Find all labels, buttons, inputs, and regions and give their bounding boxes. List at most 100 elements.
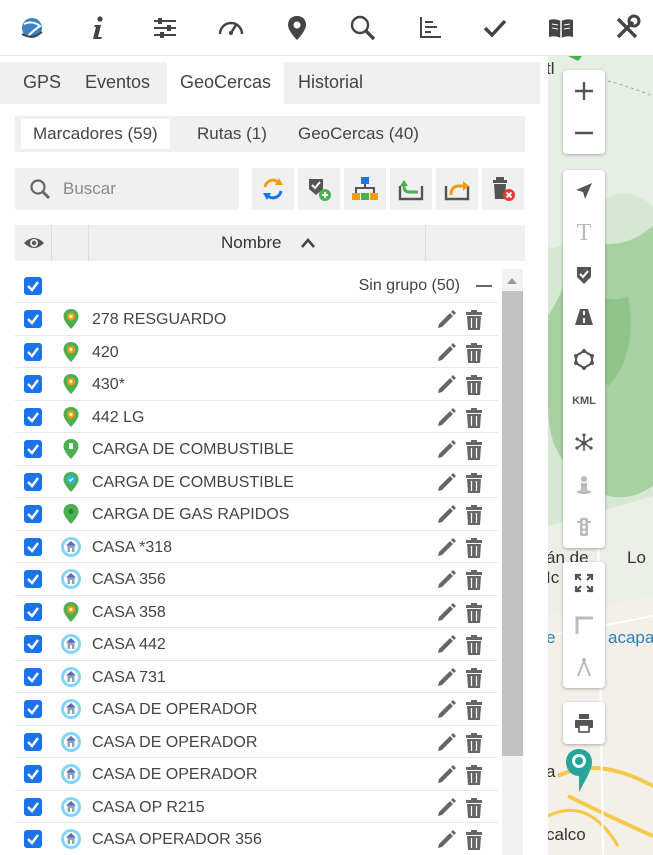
edit-icon[interactable] [435,602,457,624]
trash-icon[interactable] [465,342,483,364]
marker-row[interactable]: CARGA DE COMBUSTIBLE [15,466,498,498]
marker-row[interactable]: 420 [15,336,498,368]
row-checkbox[interactable] [24,635,42,653]
add-marker-button[interactable] [298,168,340,210]
marker-row[interactable]: CASA 356 [15,563,498,596]
map-pin-icon[interactable] [279,10,315,46]
subtab-rutas[interactable]: Rutas (1) [187,119,277,149]
edit-icon[interactable] [435,439,457,461]
marker-row[interactable]: 442 LG [15,401,498,433]
trash-icon[interactable] [465,699,483,721]
row-checkbox[interactable] [24,732,42,751]
collapse-icon[interactable] [476,285,492,287]
globe-icon[interactable] [14,10,50,46]
edit-icon[interactable] [435,309,457,331]
marker-row[interactable]: CASA DE OPERADOR [15,726,498,758]
trash-icon[interactable] [465,634,483,656]
marker-row[interactable]: CASA 442 [15,628,498,661]
row-checkbox[interactable] [24,602,42,621]
edit-icon[interactable] [435,374,457,396]
row-checkbox[interactable] [24,797,42,816]
kml-button[interactable]: KML [563,380,605,422]
shield-check-button[interactable] [563,254,605,296]
marker-row[interactable]: CASA *318 [15,531,498,563]
trash-icon[interactable] [465,537,483,559]
sliders-icon[interactable] [147,10,183,46]
marker-row[interactable]: CASA OP R215 [15,791,498,823]
marker-row[interactable]: CASA DE OPERADOR [15,693,498,726]
edit-icon[interactable] [435,797,457,819]
speedometer-icon[interactable] [213,10,249,46]
polygon-button[interactable] [563,338,605,380]
edit-icon[interactable] [435,764,457,786]
tab-geocercas[interactable]: GeoCercas [167,62,285,104]
row-checkbox[interactable] [24,342,42,361]
row-checkbox[interactable] [24,407,42,426]
trash-icon[interactable] [465,374,483,396]
column-header-name[interactable]: Nombre [221,225,281,261]
row-checkbox[interactable] [24,830,42,848]
row-checkbox[interactable] [24,537,42,556]
axis-chart-icon[interactable] [411,10,447,46]
trash-icon[interactable] [465,309,483,331]
search-input[interactable] [63,168,233,210]
zoom-in-button[interactable] [563,70,605,112]
tab-eventos[interactable]: Eventos [77,62,158,104]
fullscreen-button[interactable] [563,562,605,604]
trash-icon[interactable] [465,439,483,461]
compass-button[interactable] [563,646,605,688]
text-tool-button[interactable]: T [563,212,605,254]
edit-icon[interactable] [435,634,457,656]
trash-icon[interactable] [465,407,483,429]
marker-row[interactable]: CASA 358 [15,596,498,628]
group-checkbox[interactable] [24,277,42,295]
row-checkbox[interactable] [24,667,42,686]
ruler-button[interactable] [563,604,605,646]
street-view-button[interactable] [563,464,605,506]
import-button[interactable] [390,168,432,210]
marker-row[interactable]: CASA DE OPERADOR [15,758,498,791]
subtab-geocercas[interactable]: GeoCercas (40) [288,119,429,149]
edit-icon[interactable] [435,699,457,721]
edit-icon[interactable] [435,667,457,689]
tab-gps[interactable]: GPS [15,62,69,104]
marker-row[interactable]: CARGA DE GAS RAPIDOS [15,498,498,531]
marker-row[interactable]: CASA OPERADOR 356 [15,823,498,855]
zoom-out-button[interactable] [563,112,605,154]
row-checkbox[interactable] [24,505,42,523]
delete-all-button[interactable] [482,168,524,210]
edit-icon[interactable] [435,537,457,559]
marker-row[interactable]: 278 RESGUARDO [15,303,498,336]
tools-icon[interactable] [609,10,645,46]
traffic-button[interactable] [563,506,605,548]
navigate-button[interactable] [563,170,605,212]
export-button[interactable] [436,168,478,210]
trash-icon[interactable] [465,829,483,851]
edit-icon[interactable] [435,342,457,364]
trash-icon[interactable] [465,732,483,754]
edit-icon[interactable] [435,569,457,591]
marker-row[interactable]: CASA 731 [15,661,498,693]
trash-icon[interactable] [465,472,483,494]
tab-historial[interactable]: Historial [290,62,371,104]
scroll-thumb[interactable] [502,291,523,756]
trash-icon[interactable] [465,667,483,689]
row-checkbox[interactable] [24,310,42,328]
checkmark-icon[interactable] [477,10,513,46]
network-button[interactable] [563,422,605,464]
list-scrollbar[interactable] [502,269,523,855]
marker-row[interactable]: 430* [15,368,498,401]
print-button[interactable] [563,702,605,744]
subtab-marcadores[interactable]: Marcadores (59) [21,119,170,149]
edit-icon[interactable] [435,472,457,494]
scroll-up-arrow[interactable] [507,278,517,284]
sort-ascending-icon[interactable] [299,235,317,251]
trash-icon[interactable] [465,602,483,624]
trash-icon[interactable] [465,797,483,819]
edit-icon[interactable] [435,407,457,429]
group-tree-button[interactable] [344,168,386,210]
edit-icon[interactable] [435,829,457,851]
search-icon[interactable] [345,10,381,46]
road-button[interactable] [563,296,605,338]
marker-row[interactable]: CARGA DE COMBUSTIBLE [15,433,498,466]
